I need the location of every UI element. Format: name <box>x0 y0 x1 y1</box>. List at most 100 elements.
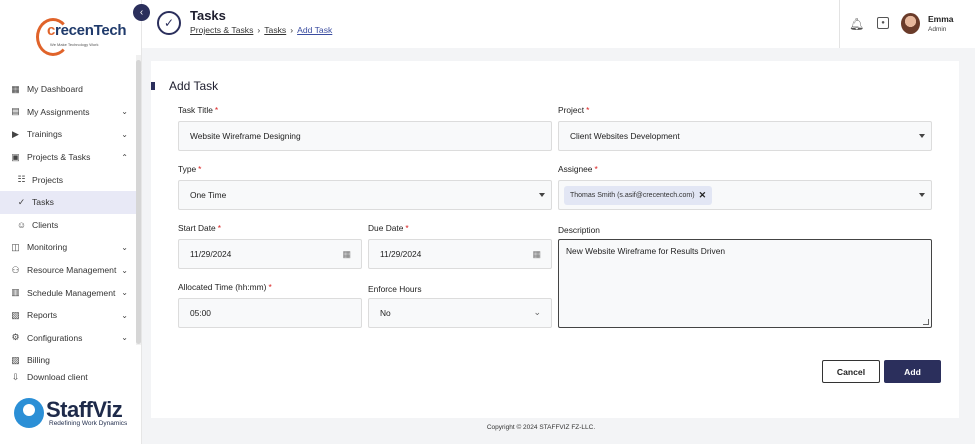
assignee-select[interactable]: Thomas Smith (s.asif@crecentech.com) ✕ <box>558 180 932 210</box>
sidebar-item-label: My Assignments <box>27 106 90 117</box>
sidebar-item-label: Tasks <box>32 197 54 208</box>
project-select[interactable]: Client Websites Development <box>558 121 932 151</box>
resource-icon: ⚇ <box>11 264 20 275</box>
heading-accent-bar <box>151 82 155 90</box>
chevron-down-icon: ⌄ <box>121 333 128 343</box>
sidebar-item-projects-tasks[interactable]: ▣ Projects & Tasks ⌃ <box>0 146 136 169</box>
breadcrumb-tasks[interactable]: Tasks <box>264 25 286 35</box>
project-value: Client Websites Development <box>570 131 680 141</box>
sidebar-item-projects[interactable]: ☷ Projects <box>0 168 136 191</box>
breadcrumb-projects-tasks[interactable]: Projects & Tasks <box>190 25 253 35</box>
sidebar: crecenTech We Make Technology Work ▦ My … <box>0 0 142 444</box>
company-logo: crecenTech We Make Technology Work <box>36 18 127 58</box>
sidebar-item-label: Monitoring <box>27 242 68 253</box>
billing-icon: ▨ <box>11 354 20 365</box>
description-label: Description <box>558 225 600 235</box>
breadcrumb: Projects & Tasks › Tasks › Add Task <box>190 25 332 35</box>
sidebar-item-tasks[interactable]: ✓ Tasks <box>0 190 136 214</box>
sidebar-item-clients[interactable]: ☺ Clients <box>0 214 136 237</box>
sidebar-item-label: Resource Management <box>27 265 117 276</box>
dropdown-caret-icon <box>539 193 545 197</box>
add-button[interactable]: Add <box>884 360 941 383</box>
dashboard-icon: ▦ <box>11 83 20 94</box>
sidebar-item-label: Trainings <box>27 129 63 140</box>
type-select[interactable]: One Time <box>178 180 552 210</box>
add-task-card: Add Task Task Title * Website Wireframe D… <box>151 61 959 418</box>
user-role: Admin <box>928 26 947 33</box>
sidebar-item-configurations[interactable]: ⚙ Configurations ⌄ <box>0 327 136 350</box>
staffviz-logo-icon <box>14 398 44 428</box>
resize-handle-icon[interactable] <box>923 319 929 325</box>
assignee-chip-label: Thomas Smith (s.asif@crecentech.com) <box>570 191 695 199</box>
remove-chip-icon[interactable]: ✕ <box>699 190 707 201</box>
logo-tagline: We Make Technology Work <box>50 42 99 47</box>
schedule-icon: ▥ <box>11 287 20 298</box>
user-name[interactable]: Emma <box>928 14 954 24</box>
due-date-input[interactable]: 11/29/2024 ▦ <box>368 239 552 269</box>
sidebar-item-label: Projects <box>32 174 64 185</box>
notification-bell-icon[interactable]: 🔔︎ <box>849 17 864 31</box>
form-heading: Add Task <box>169 79 219 93</box>
reports-icon: ▧ <box>11 309 20 320</box>
chevron-down-icon: ⌄ <box>121 288 128 298</box>
brand-tagline: Redefining Work Dynamics <box>49 420 128 427</box>
chevron-down-icon: ⌄ <box>121 242 128 252</box>
sidebar-item-my-assignments[interactable]: ▤ My Assignments ⌄ <box>0 101 136 124</box>
allocated-time-label: Allocated Time (hh:mm) * <box>178 282 272 292</box>
download-icon: ⇩ <box>11 371 20 382</box>
enforce-hours-label: Enforce Hours <box>368 284 422 294</box>
breadcrumb-separator-icon: › <box>290 25 294 35</box>
chevron-down-icon: ⌄ <box>533 307 541 317</box>
sidebar-item-label: Schedule Management <box>27 287 116 298</box>
dropdown-caret-icon <box>919 193 925 197</box>
sidebar-item-billing[interactable]: ▨ Billing <box>0 349 136 372</box>
task-title-label: Task Title * <box>178 105 219 115</box>
due-date-label: Due Date * <box>368 223 409 233</box>
sidebar-item-label: My Dashboard <box>27 84 83 95</box>
sidebar-nav: ▦ My Dashboard ▤ My Assignments ⌄ ▶ Trai… <box>0 78 136 382</box>
chevron-left-icon: ‹ <box>139 7 144 18</box>
allocated-time-value: 05:00 <box>190 308 211 318</box>
allocated-time-input[interactable]: 05:00 <box>178 298 362 328</box>
tasks-icon: ✓ <box>17 196 26 207</box>
chevron-up-icon: ⌃ <box>121 152 128 162</box>
chevron-down-icon: ⌄ <box>121 107 128 117</box>
description-value: New Website Wireframe for Results Driven <box>566 246 726 256</box>
id-badge-icon[interactable]: ● <box>877 17 889 29</box>
description-textarea[interactable]: New Website Wireframe for Results Driven <box>558 239 932 328</box>
staffviz-brand: StaffViz Redefining Work Dynamics <box>14 396 139 430</box>
calendar-icon[interactable]: ▦ <box>342 249 351 260</box>
monitoring-icon: ◫ <box>11 241 20 252</box>
start-date-label: Start Date * <box>178 223 221 233</box>
sidebar-item-resource-management[interactable]: ⚇ Resource Management ⌄ <box>0 259 136 282</box>
sidebar-item-label: Download client <box>27 371 88 382</box>
start-date-value: 11/29/2024 <box>190 249 232 259</box>
sidebar-item-monitoring[interactable]: ◫ Monitoring ⌄ <box>0 236 136 259</box>
start-date-input[interactable]: 11/29/2024 ▦ <box>178 239 362 269</box>
sidebar-item-download-client[interactable]: ⇩ Download client <box>0 372 136 382</box>
avatar[interactable] <box>901 13 920 34</box>
assignee-label: Assignee * <box>558 164 598 174</box>
sidebar-item-schedule-management[interactable]: ▥ Schedule Management ⌄ <box>0 281 136 304</box>
chevron-down-icon: ⌄ <box>121 265 128 275</box>
assignments-icon: ▤ <box>11 106 20 117</box>
sidebar-collapse-button[interactable]: ‹ <box>133 4 150 21</box>
type-value: One Time <box>190 190 227 200</box>
sidebar-item-my-dashboard[interactable]: ▦ My Dashboard <box>0 78 136 101</box>
sidebar-item-trainings[interactable]: ▶ Trainings ⌄ <box>0 123 136 146</box>
calendar-icon[interactable]: ▦ <box>532 249 541 260</box>
due-date-value: 11/29/2024 <box>380 249 422 259</box>
breadcrumb-add-task[interactable]: Add Task <box>297 25 332 35</box>
task-title-input[interactable]: Website Wireframe Designing <box>178 121 552 151</box>
sidebar-item-label: Configurations <box>27 332 83 343</box>
enforce-hours-select[interactable]: No ⌄ <box>368 298 552 328</box>
page-title: Tasks <box>190 8 226 23</box>
sidebar-item-reports[interactable]: ▧ Reports ⌄ <box>0 304 136 327</box>
footer-copyright: Copyright © 2024 STAFFVIZ FZ-LLC. <box>486 424 596 431</box>
sidebar-item-label: Reports <box>27 310 58 321</box>
project-label: Project * <box>558 105 590 115</box>
header-divider <box>839 0 840 48</box>
sidebar-scrollbar-thumb[interactable] <box>136 60 141 344</box>
cancel-button[interactable]: Cancel <box>822 360 880 383</box>
sidebar-item-label: Clients <box>32 219 59 230</box>
